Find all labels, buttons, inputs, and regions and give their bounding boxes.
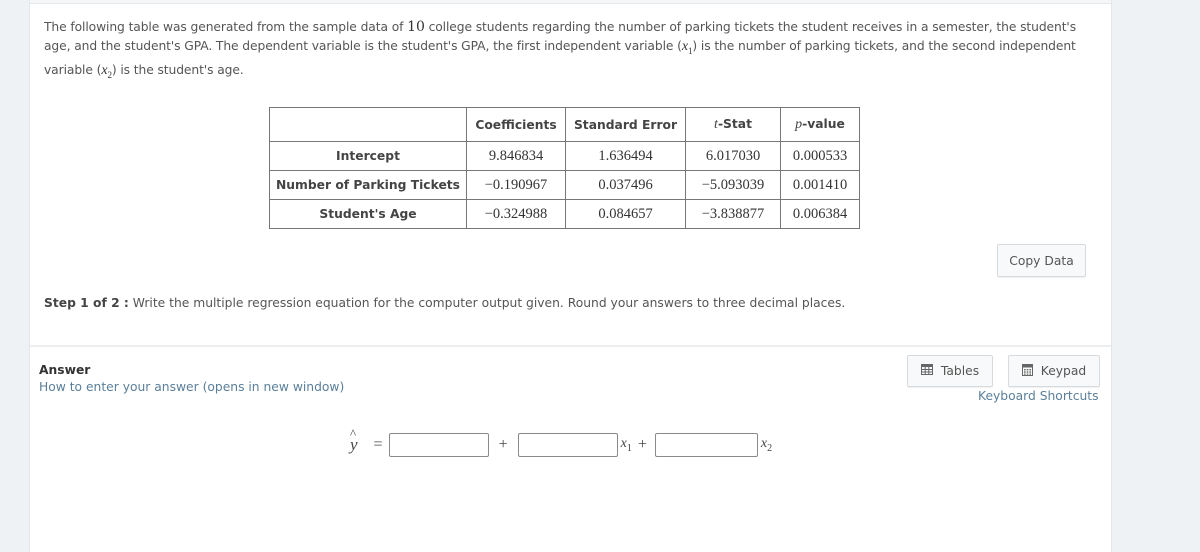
header-blank — [269, 107, 467, 142]
step-label: Step 1 of 2 : — [44, 296, 129, 310]
intro-text-4: ) is the student's age. — [111, 62, 244, 77]
copy-data-button[interactable]: Copy Data — [997, 244, 1086, 277]
table-grid-icon — [920, 364, 933, 378]
calculator-icon — [1021, 363, 1033, 379]
x1-coefficient-input[interactable] — [517, 433, 618, 457]
row-label: Intercept — [269, 141, 467, 171]
answer-heading: Answer — [39, 363, 91, 377]
p-value-cell: 0.001410 — [780, 170, 860, 200]
header-t-stat: t-Stat — [685, 107, 781, 142]
keypad-button[interactable]: Keypad — [1008, 355, 1100, 387]
plus-sign: + — [637, 436, 647, 453]
tables-button-label: Tables — [940, 364, 980, 378]
regression-equation: ^ y = + x1 + x2 — [350, 426, 776, 458]
table-row: Student's Age −0.324988 0.084657 −3.8388… — [269, 199, 860, 229]
x1-variable: x1 — [681, 39, 693, 56]
standard-error-cell: 1.636494 — [565, 141, 686, 171]
x1-label: x1 — [620, 436, 632, 454]
coefficient-cell: 9.846834 — [466, 141, 566, 171]
t-stat-cell: −3.838877 — [685, 199, 781, 229]
x2-variable: x2 — [101, 62, 112, 80]
step-text: Write the multiple regression equation f… — [128, 296, 846, 310]
regression-table: Coefficients Standard Error t-Stat p-val… — [269, 107, 860, 229]
x2-label: x2 — [760, 436, 773, 454]
standard-error-cell: 0.037496 — [565, 170, 686, 200]
keypad-button-label: Keypad — [1040, 364, 1087, 378]
step-instruction: Step 1 of 2 : Write the multiple regress… — [44, 296, 845, 310]
tables-button[interactable]: Tables — [907, 355, 993, 387]
intercept-input[interactable] — [388, 433, 489, 457]
p-value-cell: 0.006384 — [780, 199, 860, 229]
table-row: Number of Parking Tickets −0.190967 0.03… — [269, 170, 860, 200]
standard-error-cell: 0.084657 — [565, 199, 686, 229]
p-value-cell: 0.000533 — [780, 141, 860, 171]
keyboard-shortcuts-link[interactable]: Keyboard Shortcuts — [978, 389, 1099, 403]
intro-text-1: The following table was generated from t… — [44, 20, 408, 34]
row-label: Number of Parking Tickets — [269, 170, 467, 200]
question-panel: The following table was generated from t… — [29, 0, 1112, 552]
header-standard-error: Standard Error — [565, 107, 686, 142]
section-divider — [30, 345, 1111, 347]
y-hat-symbol: ^ y — [350, 426, 358, 454]
coefficient-cell: −0.190967 — [466, 170, 566, 200]
header-p-value: p-value — [780, 107, 860, 142]
row-label: Student's Age — [269, 199, 467, 229]
how-to-enter-answer-link[interactable]: How to enter your answer (opens in new w… — [39, 380, 344, 394]
sample-size: 10 — [407, 19, 425, 35]
top-divider — [30, 0, 1111, 4]
table-row: Intercept 9.846834 1.636494 6.017030 0.0… — [269, 141, 860, 171]
equals-sign: = — [373, 436, 383, 453]
x2-coefficient-input[interactable] — [654, 433, 758, 457]
t-stat-cell: 6.017030 — [685, 141, 781, 171]
coefficient-cell: −0.324988 — [466, 199, 566, 229]
problem-statement: The following table was generated from t… — [44, 18, 1104, 85]
header-coefficients: Coefficients — [466, 107, 566, 142]
t-stat-cell: −5.093039 — [685, 170, 781, 200]
table-header-row: Coefficients Standard Error t-Stat p-val… — [269, 107, 860, 142]
plus-sign: + — [498, 436, 508, 453]
